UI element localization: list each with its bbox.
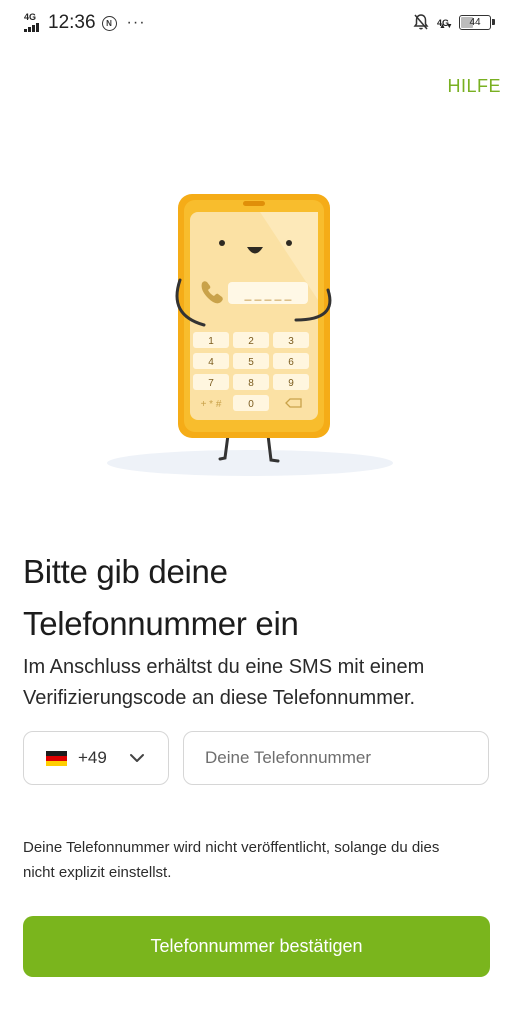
status-bar: 4G 12:36 N ··· 4G ▲▼ 44 [0, 0, 513, 44]
key-label-4: 4 [208, 357, 214, 368]
page-subtitle: Im Anschluss erhältst du eine SMS mit ei… [23, 652, 493, 714]
key-label-9: 9 [288, 378, 294, 389]
page-title-line-2: Telefonnummer ein [23, 605, 299, 642]
page-subtitle-line-2: Verifizierungscode an diese Telefonnumme… [23, 687, 416, 709]
network-4g-icon: 4G ▲▼ [437, 18, 453, 31]
status-bar-right: 4G ▲▼ 44 [413, 13, 495, 31]
page-subtitle-line-1: Im Anschluss erhältst du eine SMS mit ei… [23, 656, 425, 678]
key-label-5: 5 [248, 357, 254, 368]
status-bar-left: 4G 12:36 N ··· [24, 12, 146, 34]
chevron-down-icon [129, 754, 144, 762]
network-type-left: 4G [24, 12, 37, 22]
notification-icon: N [101, 15, 117, 31]
mascot-left-eye [219, 240, 225, 246]
help-link[interactable]: HILFE [447, 76, 501, 97]
key-label-3: 3 [288, 336, 294, 347]
country-code-select[interactable]: +49 [23, 731, 169, 785]
code-placeholder: _ _ _ _ _ [244, 287, 292, 301]
germany-flag-icon [46, 750, 67, 766]
battery-level: 44 [469, 16, 481, 28]
key-label-2: 2 [248, 336, 254, 347]
clock: 12:36 [48, 12, 96, 33]
key-label-star: + * # [201, 399, 222, 410]
phone-number-input[interactable] [183, 731, 489, 785]
key-label-6: 6 [288, 357, 294, 368]
more-icon: ··· [126, 14, 146, 31]
page-title-line-1: Bitte gib deine [23, 553, 228, 590]
key-label-0: 0 [248, 399, 254, 410]
bell-off-icon [413, 14, 429, 30]
privacy-notice-line-1: Deine Telefonnummer wird nicht veröffent… [23, 839, 440, 856]
signal-icon: 4G [24, 13, 40, 33]
phone-mascot-illustration: _ _ _ _ _ 1 2 3 4 5 6 7 8 9 + * # 0 [107, 194, 393, 476]
confirm-phone-number-button[interactable]: Telefonnummer bestätigen [23, 916, 490, 977]
mascot-speaker [243, 201, 265, 206]
key-label-1: 1 [208, 336, 214, 347]
privacy-notice: Deine Telefonnummer wird nicht veröffent… [23, 835, 498, 885]
mascot-right-eye [286, 240, 292, 246]
page-title: Bitte gib deine Telefonnummer ein [23, 546, 493, 650]
illustration-shadow [107, 450, 393, 476]
privacy-notice-line-2: nicht explizit einstellst. [23, 864, 172, 881]
battery-icon: 44 [459, 14, 495, 30]
country-dial-code: +49 [78, 748, 107, 767]
key-label-7: 7 [208, 378, 214, 389]
key-label-8: 8 [248, 378, 254, 389]
